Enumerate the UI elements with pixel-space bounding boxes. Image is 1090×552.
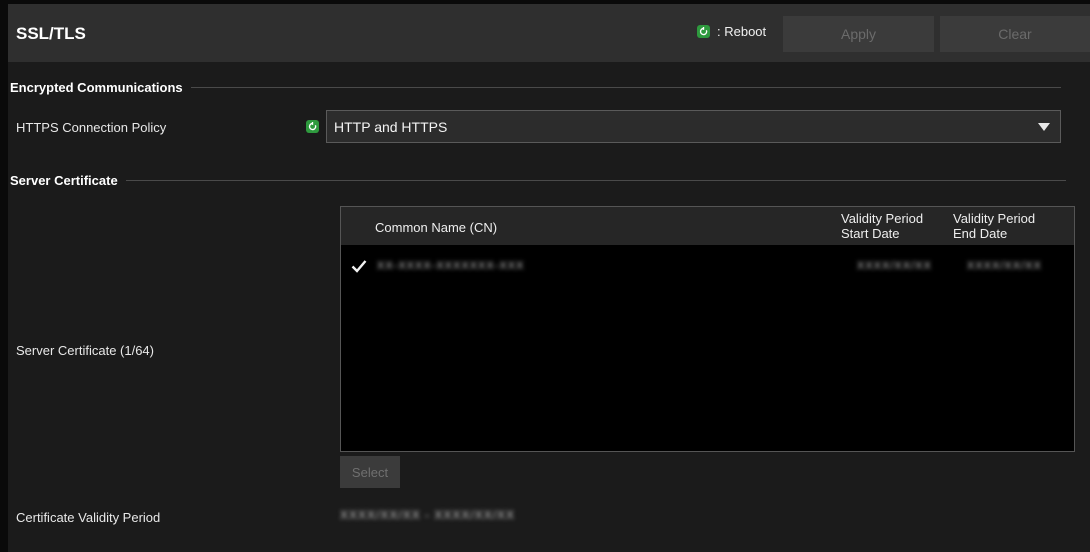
- certificate-end-date: XXXX/XX/XX: [967, 260, 1042, 272]
- section-divider: [125, 180, 1066, 181]
- column-header-start-date[interactable]: Validity Period Start Date: [841, 211, 923, 241]
- certificate-validity-value: XXXX/XX/XX - XXXX/XX/XX: [340, 508, 516, 522]
- reboot-legend: : Reboot: [697, 21, 766, 41]
- certificate-start-date: XXXX/XX/XX: [857, 260, 932, 272]
- page-title: SSL/TLS: [16, 24, 86, 43]
- column-header-end-date[interactable]: Validity Period End Date: [953, 211, 1035, 241]
- encrypted-communications-heading: Encrypted Communications: [10, 80, 1061, 95]
- reboot-legend-text: : Reboot: [717, 23, 767, 39]
- chevron-down-icon: [1038, 123, 1050, 131]
- certificate-common-name: XX-XXXX-XXXXXXX-XXX: [377, 260, 525, 272]
- clear-button[interactable]: Clear: [940, 16, 1090, 52]
- column-header-start-line2: Start Date: [841, 226, 900, 241]
- section-title: Encrypted Communications: [10, 80, 183, 95]
- column-header-end-line1: Validity Period: [953, 211, 1036, 226]
- column-header-start-line1: Validity Period: [841, 211, 924, 226]
- server-certificate-heading: Server Certificate: [10, 173, 1066, 188]
- section-divider: [190, 87, 1061, 88]
- check-icon: [351, 260, 367, 273]
- https-policy-label: HTTPS Connection Policy: [16, 120, 167, 135]
- select-button[interactable]: Select: [340, 456, 400, 488]
- reboot-icon: [697, 24, 710, 38]
- server-certificate-label: Server Certificate (1/64): [16, 343, 154, 358]
- panel-header: SSL/TLS : Reboot Apply Clear: [8, 4, 1090, 62]
- certificate-validity-label: Certificate Validity Period: [16, 510, 161, 525]
- https-policy-value: HTTP and HTTPS: [334, 118, 448, 135]
- section-title: Server Certificate: [10, 173, 118, 188]
- reboot-icon: [306, 120, 319, 133]
- column-header-end-line2: End Date: [953, 226, 1008, 241]
- column-header-cn[interactable]: Common Name (CN): [375, 220, 497, 235]
- https-policy-field: HTTP and HTTPS: [306, 110, 1061, 143]
- https-policy-select[interactable]: HTTP and HTTPS: [326, 110, 1061, 143]
- table-header: Common Name (CN) Validity Period Start D…: [341, 207, 1074, 245]
- table-row[interactable]: XX-XXXX-XXXXXXX-XXX XXXX/XX/XX XXXX/XX/X…: [341, 257, 1074, 277]
- apply-button[interactable]: Apply: [783, 16, 934, 52]
- certificate-table: Common Name (CN) Validity Period Start D…: [340, 206, 1075, 452]
